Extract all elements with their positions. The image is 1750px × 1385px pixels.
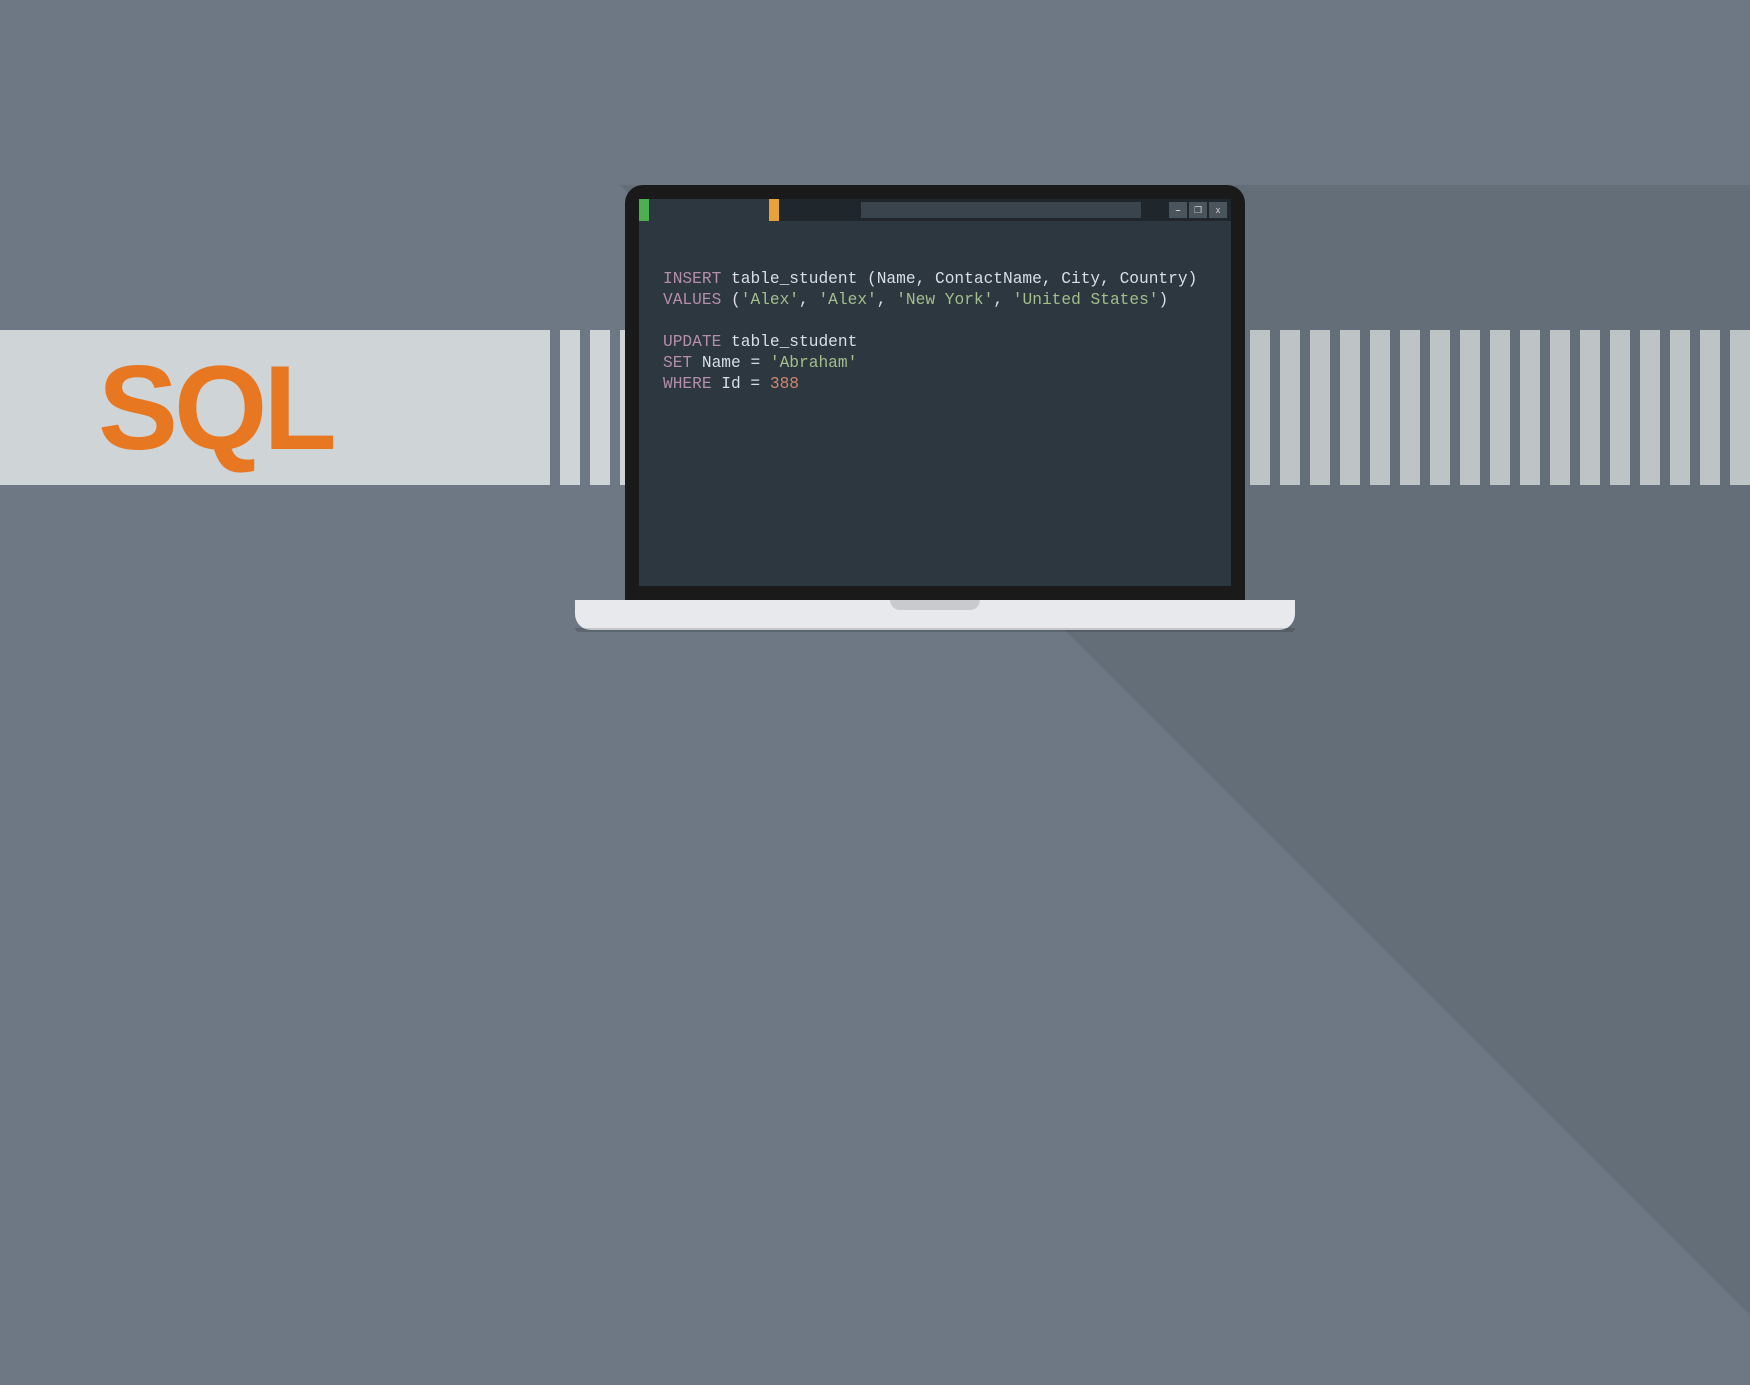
terminal-screen: – ❐ x INSERT table_student (Name, Contac…	[639, 199, 1231, 586]
kw-set: SET	[663, 354, 692, 372]
laptop: – ❐ x INSERT table_student (Name, Contac…	[575, 185, 1295, 630]
titlebar-path	[861, 202, 1141, 218]
str: 'Alex'	[818, 291, 876, 309]
code-text: ,	[993, 291, 1012, 309]
kw-values: VALUES	[663, 291, 721, 309]
code-text: Name =	[692, 354, 770, 372]
close-button[interactable]: x	[1209, 202, 1227, 218]
kw-where: WHERE	[663, 375, 712, 393]
maximize-button[interactable]: ❐	[1189, 202, 1207, 218]
code-block: INSERT table_student (Name, ContactName,…	[663, 269, 1197, 395]
code-text: ,	[799, 291, 818, 309]
tab-active	[649, 199, 769, 221]
kw-update: UPDATE	[663, 333, 721, 351]
laptop-base	[575, 600, 1295, 630]
tab-indicator-green	[639, 199, 649, 221]
str: 'Abraham'	[770, 354, 857, 372]
code-text: ,	[877, 291, 896, 309]
minimize-button[interactable]: –	[1169, 202, 1187, 218]
window-controls: – ❐ x	[1169, 202, 1227, 218]
tab-indicator-orange	[769, 199, 779, 221]
code-text: )	[1159, 291, 1169, 309]
code-text: table_student	[721, 333, 857, 351]
code-text: table_student (Name, ContactName, City, …	[721, 270, 1197, 288]
titlebar-tabs	[639, 199, 779, 221]
terminal-titlebar: – ❐ x	[639, 199, 1231, 221]
sql-label-box: SQL	[0, 330, 550, 485]
str: 'United States'	[1013, 291, 1159, 309]
str: 'Alex'	[741, 291, 799, 309]
code-text: Id =	[712, 375, 770, 393]
laptop-bezel: – ❐ x INSERT table_student (Name, Contac…	[625, 185, 1245, 600]
num: 388	[770, 375, 799, 393]
code-text: (	[721, 291, 740, 309]
laptop-notch	[890, 600, 980, 610]
kw-insert: INSERT	[663, 270, 721, 288]
laptop-base-shadow	[575, 628, 1295, 632]
sql-label: SQL	[98, 339, 333, 477]
str: 'New York'	[896, 291, 993, 309]
